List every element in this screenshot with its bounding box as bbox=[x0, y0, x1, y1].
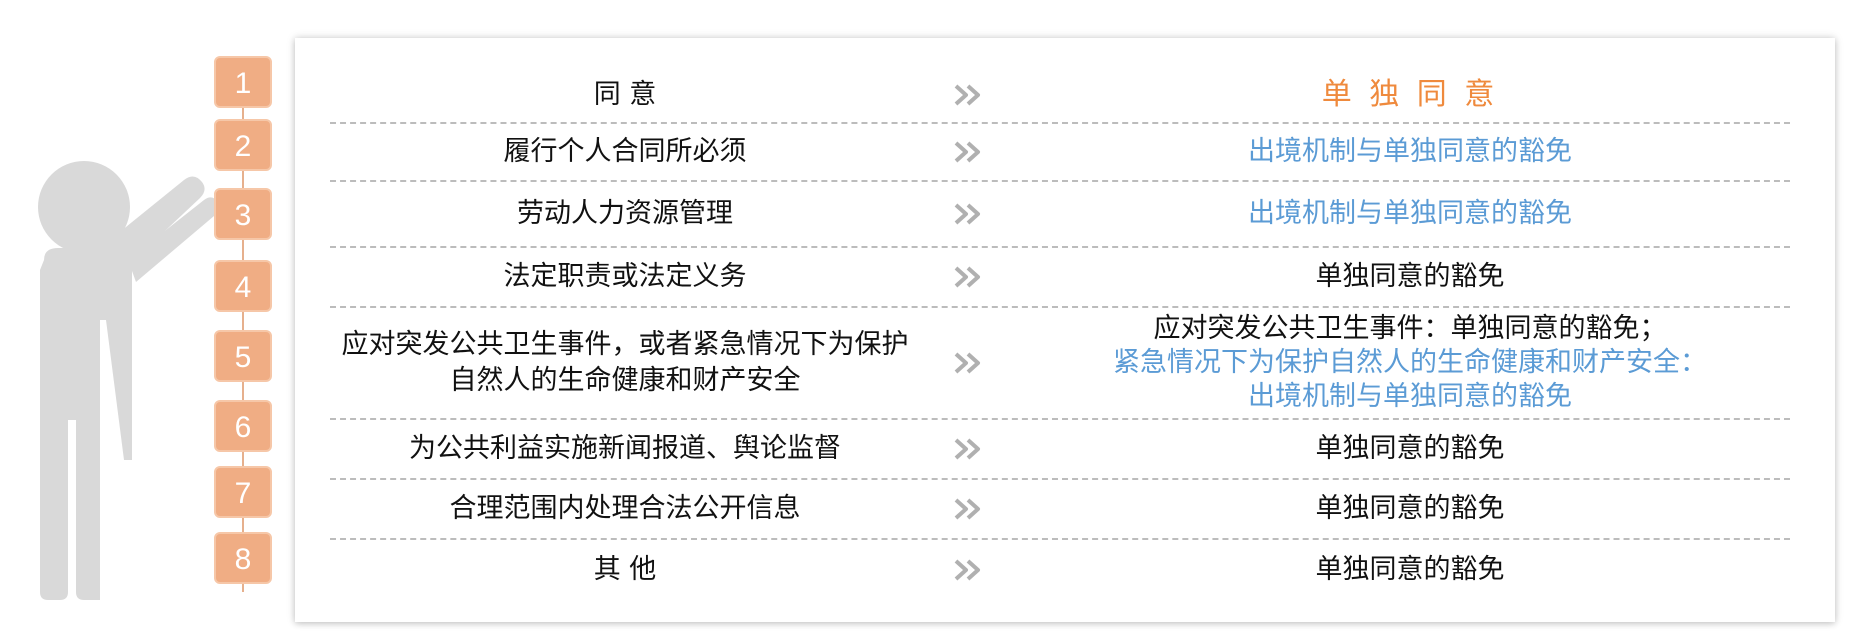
row-right-text: 单独同意的豁免 bbox=[1315, 261, 1505, 292]
row-right-text: 出境机制与单独同意的豁免 bbox=[1248, 136, 1572, 167]
row-left-text: 同 意 bbox=[593, 79, 657, 110]
step-badge-4: 4 bbox=[214, 260, 272, 312]
row-left-text: 履行个人合同所必须 bbox=[503, 136, 747, 167]
row-right-text: 应对突发公共卫生事件：单独同意的豁免； 紧急情况下为保护自然人的生命健康和财产安… bbox=[1113, 313, 1707, 412]
step-badge-2: 2 bbox=[214, 119, 272, 171]
row-left-text: 其 他 bbox=[593, 554, 657, 585]
table-row: 履行个人合同所必须 出境机制与单独同意的豁免 bbox=[330, 124, 1790, 182]
table-row: 应对突发公共卫生事件，或者紧急情况下为保护 自然人的生命健康和财产安全 应对突发… bbox=[330, 308, 1790, 420]
step-badge-1: 1 bbox=[214, 56, 272, 108]
double-chevron-right-icon bbox=[950, 68, 990, 122]
row-right-text: 单独同意的豁免 bbox=[1315, 493, 1505, 524]
step-badges: 1 2 3 4 5 6 7 8 bbox=[214, 52, 272, 592]
row-left-text: 法定职责或法定义务 bbox=[503, 261, 747, 292]
double-chevron-right-icon bbox=[950, 182, 990, 246]
row-right-text: 单独同意的豁免 bbox=[1315, 554, 1505, 585]
row-left-text: 应对突发公共卫生事件，或者紧急情况下为保护 自然人的生命健康和财产安全 bbox=[341, 329, 909, 396]
table-row: 劳动人力资源管理 出境机制与单独同意的豁免 bbox=[330, 182, 1790, 248]
double-chevron-right-icon bbox=[950, 480, 990, 538]
double-chevron-right-icon bbox=[950, 540, 990, 600]
row-left-text: 合理范围内处理合法公开信息 bbox=[449, 493, 801, 524]
table-row: 其 他 单独同意的豁免 bbox=[330, 540, 1790, 600]
step-badge-8: 8 bbox=[214, 532, 272, 584]
double-chevron-right-icon bbox=[950, 308, 990, 418]
comparison-card: 同 意 单 独 同 意 履行个人合同所必须 出境机制与单独同意的豁免 劳动人力资… bbox=[295, 38, 1835, 622]
step-badge-6: 6 bbox=[214, 400, 272, 452]
double-chevron-right-icon bbox=[950, 248, 990, 306]
double-chevron-right-icon bbox=[950, 420, 990, 478]
table-row: 为公共利益实施新闻报道、舆论监督 单独同意的豁免 bbox=[330, 420, 1790, 480]
row-right-text: 单 独 同 意 bbox=[1321, 77, 1499, 112]
row-right-text: 单独同意的豁免 bbox=[1315, 433, 1505, 464]
double-chevron-right-icon bbox=[950, 124, 990, 180]
table-row: 同 意 单 独 同 意 bbox=[330, 68, 1790, 124]
row-left-text: 劳动人力资源管理 bbox=[517, 198, 733, 229]
step-badge-3: 3 bbox=[214, 188, 272, 240]
table-row: 合理范围内处理合法公开信息 单独同意的豁免 bbox=[330, 480, 1790, 540]
step-badge-5: 5 bbox=[214, 330, 272, 382]
step-badge-7: 7 bbox=[214, 466, 272, 518]
row-left-text: 为公共利益实施新闻报道、舆论监督 bbox=[409, 433, 841, 464]
row-right-text: 出境机制与单独同意的豁免 bbox=[1248, 198, 1572, 229]
table-row: 法定职责或法定义务 单独同意的豁免 bbox=[330, 248, 1790, 308]
